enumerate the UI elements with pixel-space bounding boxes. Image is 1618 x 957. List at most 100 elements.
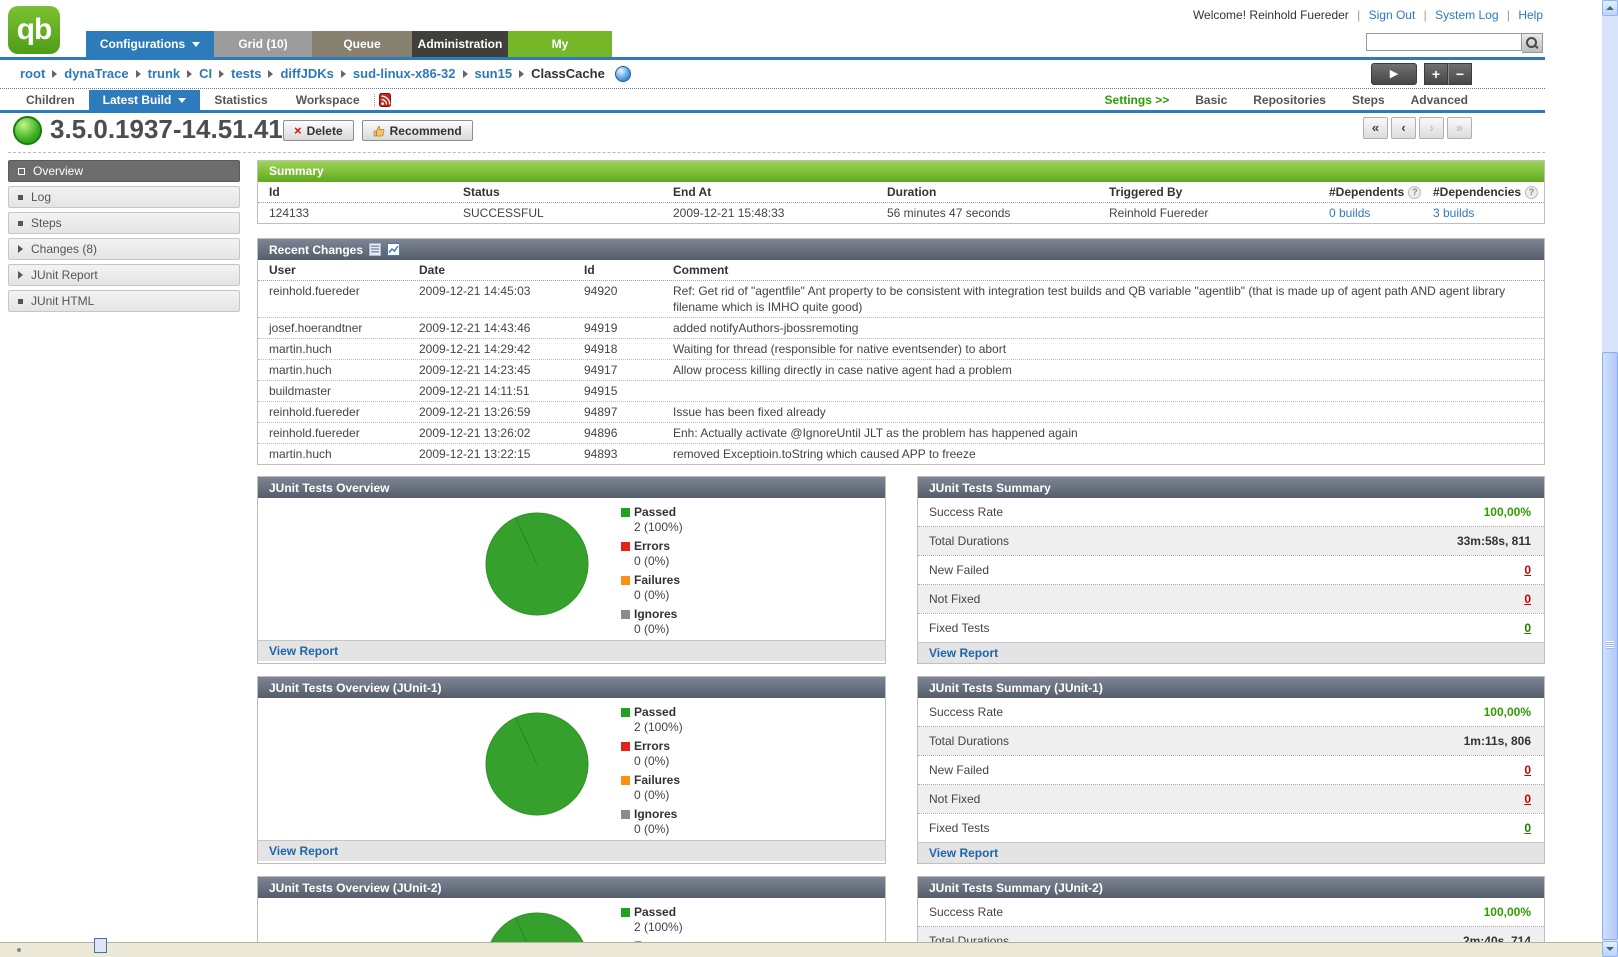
collapse-button[interactable]: − [1448, 63, 1472, 85]
sign-out-link[interactable]: Sign Out [1369, 8, 1416, 22]
nav-tab-my[interactable]: My [508, 31, 612, 57]
col-header-label: #Dependents [1329, 185, 1404, 199]
report-list-icon[interactable] [369, 243, 381, 256]
expand-collapse-group: + − [1424, 63, 1472, 85]
success-rate-value: 100,00% [1484, 705, 1531, 719]
rc-comment: removed Exceptioin.toString which caused… [662, 444, 1544, 464]
row-label: Total Durations [929, 534, 1009, 548]
sidebar-item-log[interactable]: Log [8, 186, 240, 208]
passed-swatch-icon [621, 508, 630, 517]
view-report-link[interactable]: View Report [929, 846, 998, 860]
rc-date: 2009-12-21 14:29:42 [408, 339, 573, 359]
system-log-link[interactable]: System Log [1435, 8, 1498, 22]
rc-id: 94893 [573, 444, 662, 464]
scroll-up-button[interactable] [1602, 0, 1618, 16]
feed-icon[interactable] [379, 93, 391, 107]
breadcrumb-separator-icon [136, 70, 141, 78]
new-failed-link[interactable]: 0 [1524, 763, 1531, 777]
sidebar-item-overview[interactable]: Overview [8, 160, 240, 182]
breadcrumb-item-root[interactable]: root [20, 61, 45, 87]
scroll-down-button[interactable] [1602, 941, 1618, 957]
not-fixed-link[interactable]: 0 [1524, 592, 1531, 606]
new-failed-link[interactable]: 0 [1524, 563, 1531, 577]
search-input[interactable] [1366, 33, 1522, 51]
nav-tab-queue[interactable]: Queue [312, 31, 412, 57]
view-report-link[interactable]: View Report [269, 644, 338, 658]
previous-build-button[interactable]: ‹ [1391, 117, 1416, 139]
view-report-link[interactable]: View Report [269, 844, 338, 858]
help-icon[interactable]: ? [1408, 186, 1421, 199]
breadcrumb-item-trunk[interactable]: trunk [148, 61, 181, 87]
nav-tab-grid[interactable]: Grid (10) [214, 31, 312, 57]
sidebar-item-steps[interactable]: Steps [8, 212, 240, 234]
fixed-tests-link[interactable]: 0 [1524, 821, 1531, 835]
legend-item-errors: Errors 0 (0%) [621, 539, 683, 568]
rc-user: josef.hoerandtner [258, 318, 408, 338]
delete-button[interactable]: × Delete [283, 120, 354, 141]
first-build-button[interactable]: « [1363, 117, 1388, 139]
breadcrumb-separator-icon [187, 70, 192, 78]
recent-changes-title: Recent Changes [269, 243, 363, 257]
tab-children[interactable]: Children [12, 90, 89, 110]
breadcrumb-item-sun15[interactable]: sun15 [475, 61, 513, 87]
sidebar-item-junit-html[interactable]: JUnit HTML [8, 290, 240, 312]
breadcrumb-item-ci[interactable]: CI [199, 61, 212, 87]
breadcrumb-item-sud-linux[interactable]: sud-linux-x86-32 [353, 61, 456, 87]
settings-link[interactable]: Settings >> [1105, 90, 1170, 110]
table-row: josef.hoerandtner 2009-12-21 14:43:46 94… [258, 318, 1544, 339]
view-report-link[interactable]: View Report [929, 646, 998, 660]
summary-header: Summary [258, 161, 1544, 182]
summary-row: Total Durations 1m:11s, 806 [918, 726, 1544, 755]
trend-chart-icon[interactable] [387, 243, 400, 256]
breadcrumb-separator-icon [52, 70, 57, 78]
col-header-user: User [258, 260, 408, 280]
dotted-divider [0, 88, 1545, 89]
breadcrumb-item-tests[interactable]: tests [231, 61, 261, 87]
qb-logo[interactable]: qb [8, 6, 60, 54]
rc-comment: Ref: Get rid of "agentfile" Ant property… [662, 281, 1544, 317]
success-rate-value: 100,00% [1484, 905, 1531, 919]
scrollbar-thumb[interactable] [1602, 352, 1618, 940]
breadcrumb-item-dynatrace[interactable]: dynaTrace [64, 61, 128, 87]
tab-latest-build[interactable]: Latest Build [89, 90, 201, 110]
junit-summary-header: JUnit Tests Summary [918, 477, 1544, 498]
run-build-button[interactable]: ▶ [1371, 63, 1417, 85]
expand-button[interactable]: + [1424, 63, 1448, 85]
nav-tab-configurations[interactable]: Configurations [86, 31, 214, 57]
col-header-triggered-by: Triggered By [1098, 182, 1318, 202]
recommend-button[interactable]: Recommend [362, 120, 473, 141]
junit-summary-header: JUnit Tests Summary (JUnit-2) [918, 877, 1544, 898]
delete-label: Delete [307, 124, 343, 138]
vertical-scrollbar[interactable] [1602, 0, 1618, 957]
last-build-button[interactable]: » [1447, 117, 1472, 139]
steps-link[interactable]: Steps [1352, 90, 1385, 110]
help-link[interactable]: Help [1518, 8, 1543, 22]
nav-tab-administration[interactable]: Administration [412, 31, 508, 57]
breadcrumb-item-diffjdks[interactable]: diffJDKs [280, 61, 333, 87]
rc-user: martin.huch [258, 339, 408, 359]
tab-workspace[interactable]: Workspace [282, 90, 374, 110]
next-build-button[interactable]: › [1419, 117, 1444, 139]
sidebar-item-changes[interactable]: Changes (8) [8, 238, 240, 260]
help-icon[interactable]: ? [1525, 186, 1538, 199]
total-durations-value: 33m:58s, 811 [1457, 534, 1531, 548]
legend-value: 0 (0%) [621, 588, 683, 602]
col-header-status: Status [452, 182, 662, 202]
divider: | [1502, 8, 1515, 22]
basic-link[interactable]: Basic [1195, 90, 1227, 110]
dependents-link[interactable]: 0 builds [1329, 206, 1370, 220]
rc-user: martin.huch [258, 444, 408, 464]
build-tabs-row: Children Latest Build Statistics Workspa… [0, 90, 1545, 113]
breadcrumb-separator-icon [519, 70, 524, 78]
fixed-tests-link[interactable]: 0 [1524, 621, 1531, 635]
rc-user: buildmaster [258, 381, 408, 401]
search-button[interactable] [1522, 33, 1543, 53]
junit-summary-header: JUnit Tests Summary (JUnit-1) [918, 677, 1544, 698]
tab-statistics[interactable]: Statistics [200, 90, 281, 110]
advanced-link[interactable]: Advanced [1411, 90, 1468, 110]
repositories-link[interactable]: Repositories [1253, 90, 1326, 110]
sidebar-item-junit-report[interactable]: JUnit Report [8, 264, 240, 286]
not-fixed-link[interactable]: 0 [1524, 792, 1531, 806]
legend-item-ignores: Ignores 0 (0%) [621, 807, 683, 836]
dependencies-link[interactable]: 3 builds [1433, 206, 1474, 220]
